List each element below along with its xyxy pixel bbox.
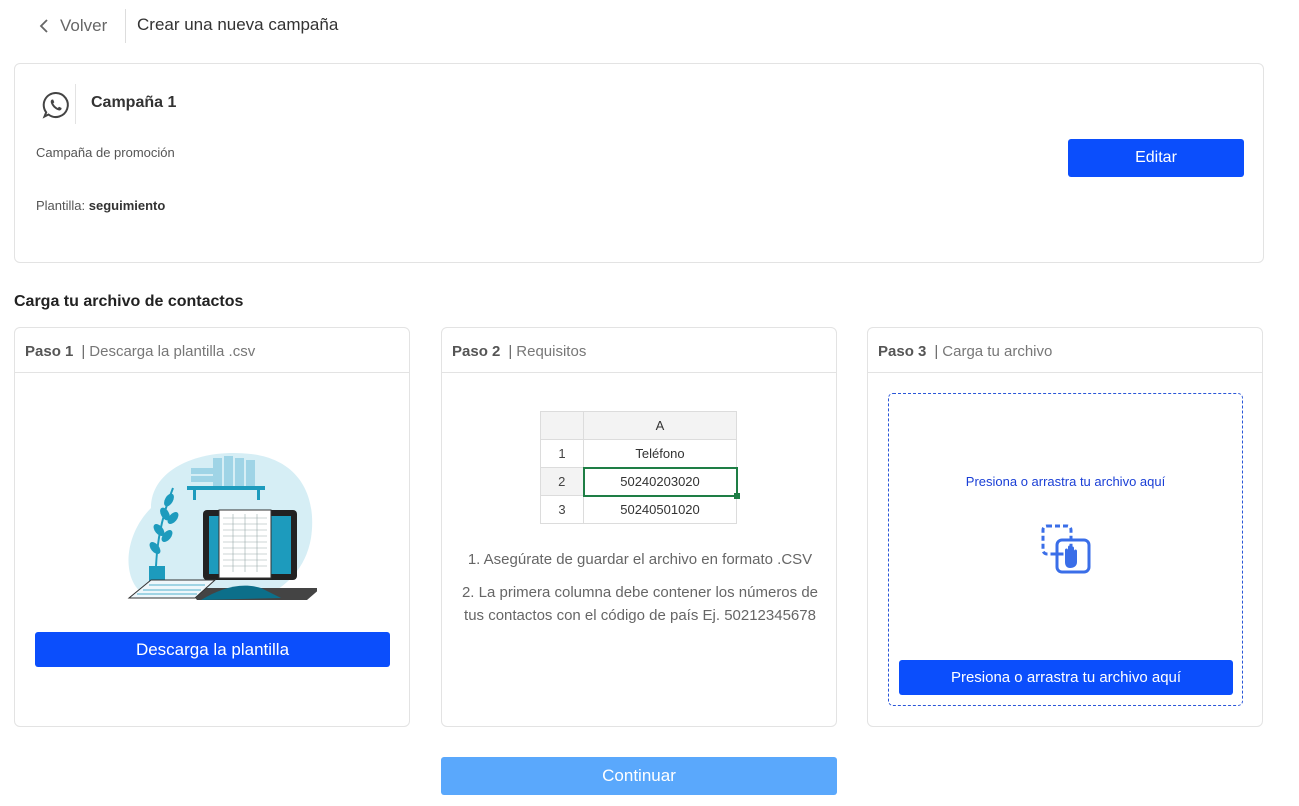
requirements-list: 1. Asegúrate de guardar el archivo en fo… [452, 548, 828, 637]
campaign-description: Campaña de promoción [36, 145, 175, 160]
step1-header: Paso 1 | Descarga la plantilla .csv [15, 328, 409, 373]
step2-card: Paso 2 | Requisitos A 1 Teléfono 2 5024020… [441, 327, 837, 727]
template-label: Plantilla: [36, 198, 86, 213]
requirement-2: 2. La primera columna debe contener los … [461, 584, 819, 624]
drag-drop-icon [1041, 524, 1091, 574]
step3-number: Paso 3 [878, 343, 927, 360]
sheet-active-cell: 50240203020 [582, 466, 741, 500]
sheet-cell: 50240501020 [583, 495, 737, 524]
upload-section-title: Carga tu archivo de contactos [14, 293, 244, 310]
top-bar: Volver Crear una nueva campaña [0, 0, 1299, 52]
step1-card: Paso 1 | Descarga la plantilla .csv Desc… [14, 327, 410, 727]
whatsapp-icon [42, 91, 69, 119]
step2-number: Paso 2 [452, 343, 501, 360]
file-dropzone[interactable]: Presiona o arrastra tu archivo aquí Pres… [888, 393, 1243, 706]
sample-spreadsheet: A 1 Teléfono 2 50240203020 3 50240501020 [540, 411, 741, 524]
campaign-template: Plantilla: seguimiento [36, 198, 165, 213]
spreadsheet-illustration [127, 452, 317, 600]
step3-header: Paso 3 | Carga tu archivo [868, 328, 1262, 373]
step1-separator: | [81, 343, 86, 360]
sheet-row-number: 3 [540, 495, 584, 524]
sheet-cell: Teléfono [583, 439, 737, 468]
sheet-column-header: A [583, 411, 737, 440]
step3-card: Paso 3 | Carga tu archivo Presiona o arras… [867, 327, 1263, 727]
sheet-row: 2 50240203020 [540, 466, 741, 500]
dropzone-text: Presiona o arrastra tu archivo aquí [965, 474, 1166, 489]
sheet-row: 3 50240501020 [540, 495, 737, 524]
campaign-card: Campaña 1 Campaña de promoción Plantilla… [14, 63, 1264, 263]
sheet-row: 1 Teléfono [540, 439, 737, 468]
sheet-header-row: A [540, 411, 737, 440]
sheet-row-number: 1 [540, 439, 584, 468]
step3-title: Carga tu archivo [942, 343, 1053, 360]
sheet-row-number: 2 [540, 467, 584, 496]
step1-number: Paso 1 [25, 343, 74, 360]
step2-header: Paso 2 | Requisitos [442, 328, 836, 373]
template-value: seguimiento [88, 198, 166, 213]
download-template-button[interactable]: Descarga la plantilla [35, 632, 390, 667]
chevron-left-icon [39, 19, 48, 33]
campaign-divider [75, 84, 76, 124]
sheet-corner-cell [540, 411, 584, 440]
header-divider [125, 9, 126, 43]
step1-title: Descarga la plantilla .csv [89, 343, 256, 360]
campaign-name: Campaña 1 [91, 94, 177, 111]
back-label: Volver [60, 16, 108, 35]
step2-separator: | [508, 343, 513, 360]
back-button[interactable]: Volver [38, 12, 107, 40]
requirement-1: 1. Asegúrate de guardar el archivo en fo… [467, 551, 813, 568]
edit-button[interactable]: Editar [1068, 139, 1244, 177]
upload-file-button[interactable]: Presiona o arrastra tu archivo aquí [899, 660, 1233, 695]
continue-button[interactable]: Continuar [441, 757, 837, 795]
step3-separator: | [934, 343, 939, 360]
step2-title: Requisitos [516, 343, 587, 360]
page-title: Crear una nueva campaña [137, 15, 339, 34]
